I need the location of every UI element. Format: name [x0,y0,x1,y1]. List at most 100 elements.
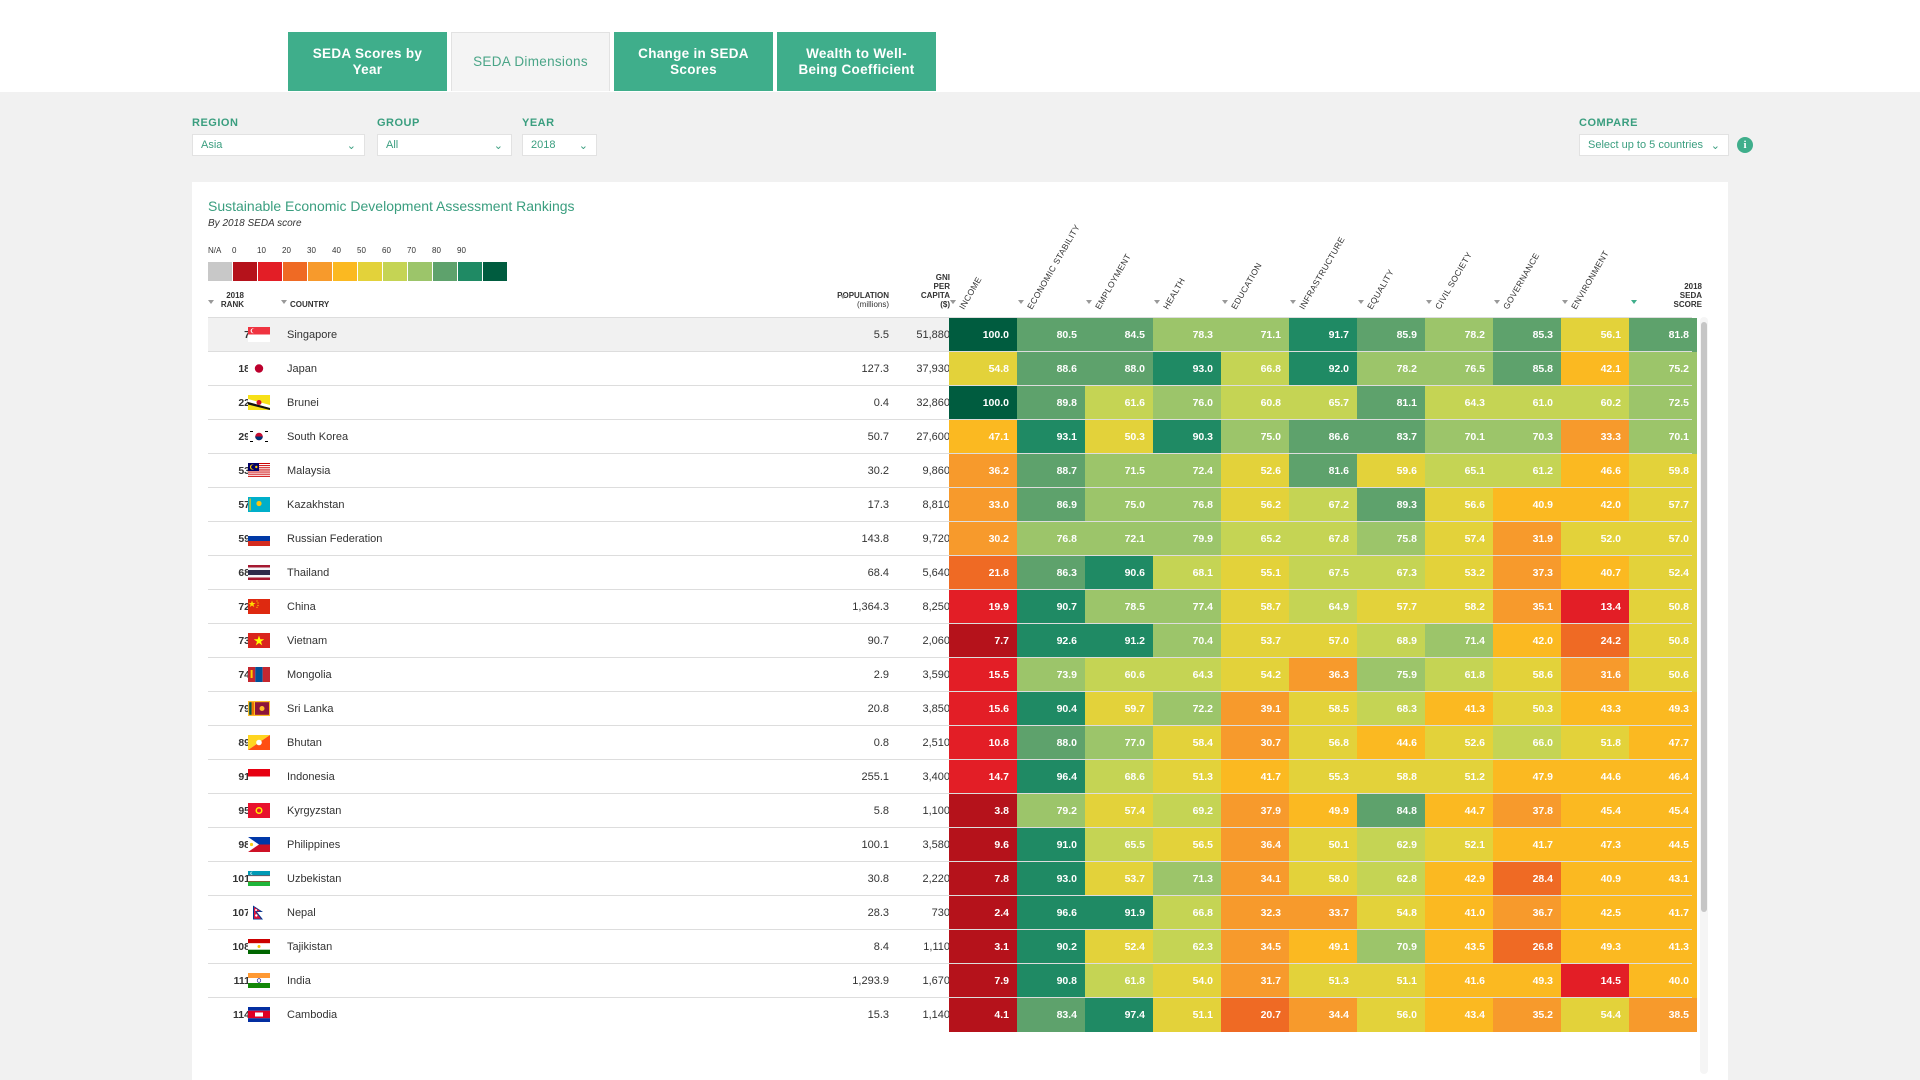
table-row[interactable]: 74 Mongolia 2.9 3,590 15.5 73.9 60.6 64.3 54.2 36… [208,657,1697,692]
rank-header[interactable]: 2018 RANK [216,291,244,309]
table-row[interactable]: 7 Singapore 5.5 51,880 100.0 80.5 84.5 78.3 71.1… [208,317,1697,352]
dimension-header[interactable]: HEALTH [1161,276,1187,311]
sort-caret-icon[interactable] [281,300,287,304]
vietnam-flag-icon [248,633,270,648]
dimension-header[interactable]: INCOME [957,275,984,311]
dimension-score-cell: 66.8 [1221,352,1289,386]
table-row[interactable]: 107 Nepal 28.3 730 2.4 96.6 91.9 66.8 32.3 33.7 54… [208,895,1697,930]
sort-caret-icon[interactable] [1494,300,1500,304]
rank-cell: 89 [238,737,250,749]
tab-seda-dimensions[interactable]: SEDA Dimensions [451,32,610,91]
tab-wealth-to-well-being[interactable]: Wealth to Well-Being Coefficient [777,32,936,91]
table-row[interactable]: 79 Sri Lanka 20.8 3,850 15.6 90.4 59.7 72.2 39.1… [208,691,1697,726]
sort-caret-icon[interactable] [208,300,214,304]
sort-caret-icon[interactable] [1086,300,1092,304]
country-cell[interactable]: Malaysia [287,454,330,488]
country-cell[interactable]: Nepal [287,896,316,930]
table-row[interactable]: 57 Kazakhstan 17.3 8,810 33.0 86.9 75.0 76.8 56.… [208,487,1697,522]
country-cell[interactable]: Philippines [287,828,340,862]
table-row[interactable]: 18 Japan 127.3 37,930 54.8 88.6 88.0 93.0 66.8 92… [208,351,1697,386]
country-cell[interactable]: Brunei [287,386,319,420]
table-row[interactable]: 89 Bhutan 0.8 2,510 10.8 88.0 77.0 58.4 30.7 56.8… [208,725,1697,760]
population-cell: 5.8 [873,805,889,817]
table-row[interactable]: 101 Uzbekistan 30.8 2,220 7.8 93.0 53.7 71.3 34.… [208,861,1697,896]
country-cell[interactable]: Tajikistan [287,930,332,964]
sort-caret-icon[interactable] [1358,300,1364,304]
legend-label: 70 [407,246,416,255]
gni-header[interactable]: GNI PER CAPITA ($) [902,273,950,309]
population-cell: 0.4 [873,397,889,409]
dimension-header[interactable]: CIVIL SOCIETY [1433,250,1474,311]
dimension-score-cell: 44.7 [1425,794,1493,828]
sort-caret-icon[interactable] [840,295,846,299]
dimension-header[interactable]: EQUALITY [1365,268,1396,311]
dimension-header[interactable]: EDUCATION [1229,261,1264,311]
dimension-score-cell: 26.8 [1493,930,1561,964]
compare-select[interactable]: Select up to 5 countries ⌄ [1579,134,1729,156]
dimension-score-cell: 91.7 [1289,318,1357,352]
country-cell[interactable]: Russian Federation [287,522,382,556]
country-cell[interactable]: Uzbekistan [287,862,341,896]
country-cell[interactable]: Japan [287,352,317,386]
country-cell[interactable]: Bhutan [287,726,322,760]
seda-score-header[interactable]: 2018 SEDA SCORE [1662,282,1702,309]
gni-cell: 3,580 [922,839,950,851]
dimension-score-cell: 35.2 [1493,998,1561,1032]
table-row[interactable]: 95 Kyrgyzstan 5.8 1,100 3.8 79.2 57.4 69.2 37.9 4… [208,793,1697,828]
country-cell[interactable]: China [287,590,316,624]
region-select[interactable]: Asia ⌄ [192,134,365,156]
table-row[interactable]: 111 India 1,293.9 1,670 7.9 90.8 61.8 54.0 31.7 5… [208,963,1697,998]
country-cell[interactable]: Indonesia [287,760,335,794]
tab-seda-scores-by-year[interactable]: SEDA Scores by Year [288,32,447,91]
dimension-score-cell: 49.9 [1289,794,1357,828]
dimension-header[interactable]: INFRASTRUCTURE [1297,235,1347,311]
cambodia-flag-icon [248,1007,270,1022]
country-cell[interactable]: Kazakhstan [287,488,344,522]
population-header[interactable]: POPULATION (millions) [822,291,889,309]
table-row[interactable]: 98 Philippines 100.1 3,580 9.6 91.0 65.5 56.5 36… [208,827,1697,862]
sort-caret-icon[interactable] [1154,300,1160,304]
dimension-header[interactable]: GOVERNANCE [1501,251,1541,311]
country-header[interactable]: COUNTRY [290,300,329,309]
dimension-score-cell: 67.2 [1289,488,1357,522]
table-row[interactable]: 29 South Korea 50.7 27,600 47.1 93.1 50.3 90.3 7… [208,419,1697,454]
group-select[interactable]: All ⌄ [377,134,512,156]
sort-caret-icon[interactable] [1222,300,1228,304]
sort-caret-icon[interactable] [1290,300,1296,304]
dimension-score-cell: 33.0 [949,488,1017,522]
table-row[interactable]: 22 Brunei 0.4 32,860 100.0 89.8 61.6 76.0 60.8 65… [208,385,1697,420]
dimension-header[interactable]: EMPLOYMENT [1093,252,1133,311]
sort-caret-icon[interactable] [1018,300,1024,304]
year-select[interactable]: 2018 ⌄ [522,134,597,156]
dimension-score-cell: 79.9 [1153,522,1221,556]
table-row[interactable]: 68 Thailand 68.4 5,640 21.8 86.3 90.6 68.1 55.1 6… [208,555,1697,590]
country-cell[interactable]: Sri Lanka [287,692,333,726]
table-row[interactable]: 53 Malaysia 30.2 9,860 36.2 88.7 71.5 72.4 52.6 8… [208,453,1697,488]
table-row[interactable]: 73 Vietnam 90.7 2,060 7.7 92.6 91.2 70.4 53.7 57.… [208,623,1697,658]
dimension-score-cell: 41.7 [1493,828,1561,862]
dimension-header[interactable]: ENVIRONMENT [1569,249,1611,311]
country-cell[interactable]: Mongolia [287,658,332,692]
scrollbar-thumb[interactable] [1701,322,1707,912]
table-row[interactable]: 59 Russian Federation 143.8 9,720 30.2 76.8 72… [208,521,1697,556]
sort-caret-icon[interactable] [1562,300,1568,304]
info-icon[interactable]: i [1737,137,1753,153]
country-cell[interactable]: Vietnam [287,624,327,658]
dimension-score-cell: 62.3 [1153,930,1221,964]
country-cell[interactable]: Cambodia [287,998,337,1032]
country-cell[interactable]: Kyrgyzstan [287,794,341,828]
dimension-score-cell: 52.6 [1425,726,1493,760]
dimension-header[interactable]: ECONOMIC STABILITY [1025,223,1082,311]
country-cell[interactable]: Thailand [287,556,329,590]
table-row[interactable]: 108 Tajikistan 8.4 1,110 3.1 90.2 52.4 62.3 34.5… [208,929,1697,964]
tab-change-in-seda-scores[interactable]: Change in SEDA Scores [614,32,773,91]
table-row[interactable]: 72 China 1,364.3 8,250 19.9 90.7 78.5 77.4 58.7 6… [208,589,1697,624]
country-cell[interactable]: India [287,964,311,998]
table-row[interactable]: 91 Indonesia 255.1 3,400 14.7 96.4 68.6 51.3 41.… [208,759,1697,794]
sort-caret-icon[interactable] [950,300,956,304]
sort-caret-icon[interactable] [1631,300,1637,304]
country-cell[interactable]: South Korea [287,420,348,454]
country-cell[interactable]: Singapore [287,318,337,352]
sort-caret-icon[interactable] [1426,300,1432,304]
table-row[interactable]: 114 Cambodia 15.3 1,140 4.1 83.4 97.4 51.1 20.7 3… [208,997,1697,1032]
